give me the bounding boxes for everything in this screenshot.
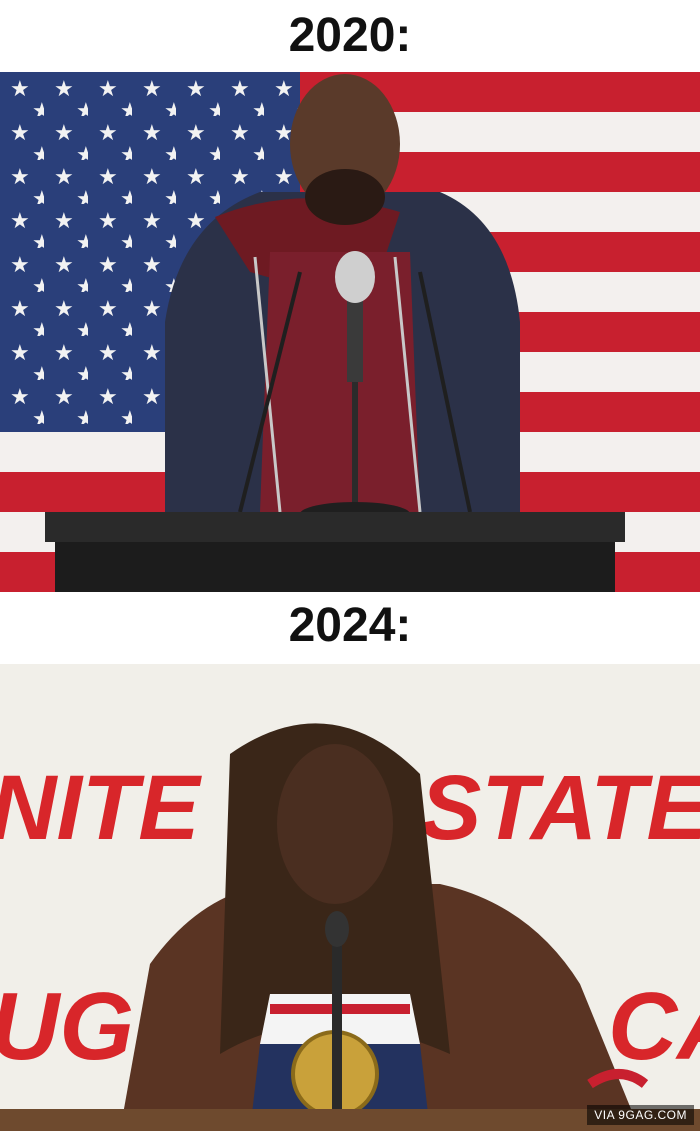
banner-text-top-right: STATES [420,757,700,859]
flag-scene: ★ ★ [0,72,700,592]
banner-text-top-left: NITE [0,757,202,859]
top-image-podium-speech: ★ ★ [0,72,700,592]
caption-2020: 2020: [288,9,412,62]
podium [45,512,625,592]
banner-scene: NITE STATES UGO ALCA [0,664,700,1131]
bottom-image-podium-speech: NITE STATES UGO ALCA VIA 9GAG.COM [0,664,700,1131]
source-watermark: VIA 9GAG.COM [587,1105,694,1125]
caption-2024: 2024: [288,599,412,652]
